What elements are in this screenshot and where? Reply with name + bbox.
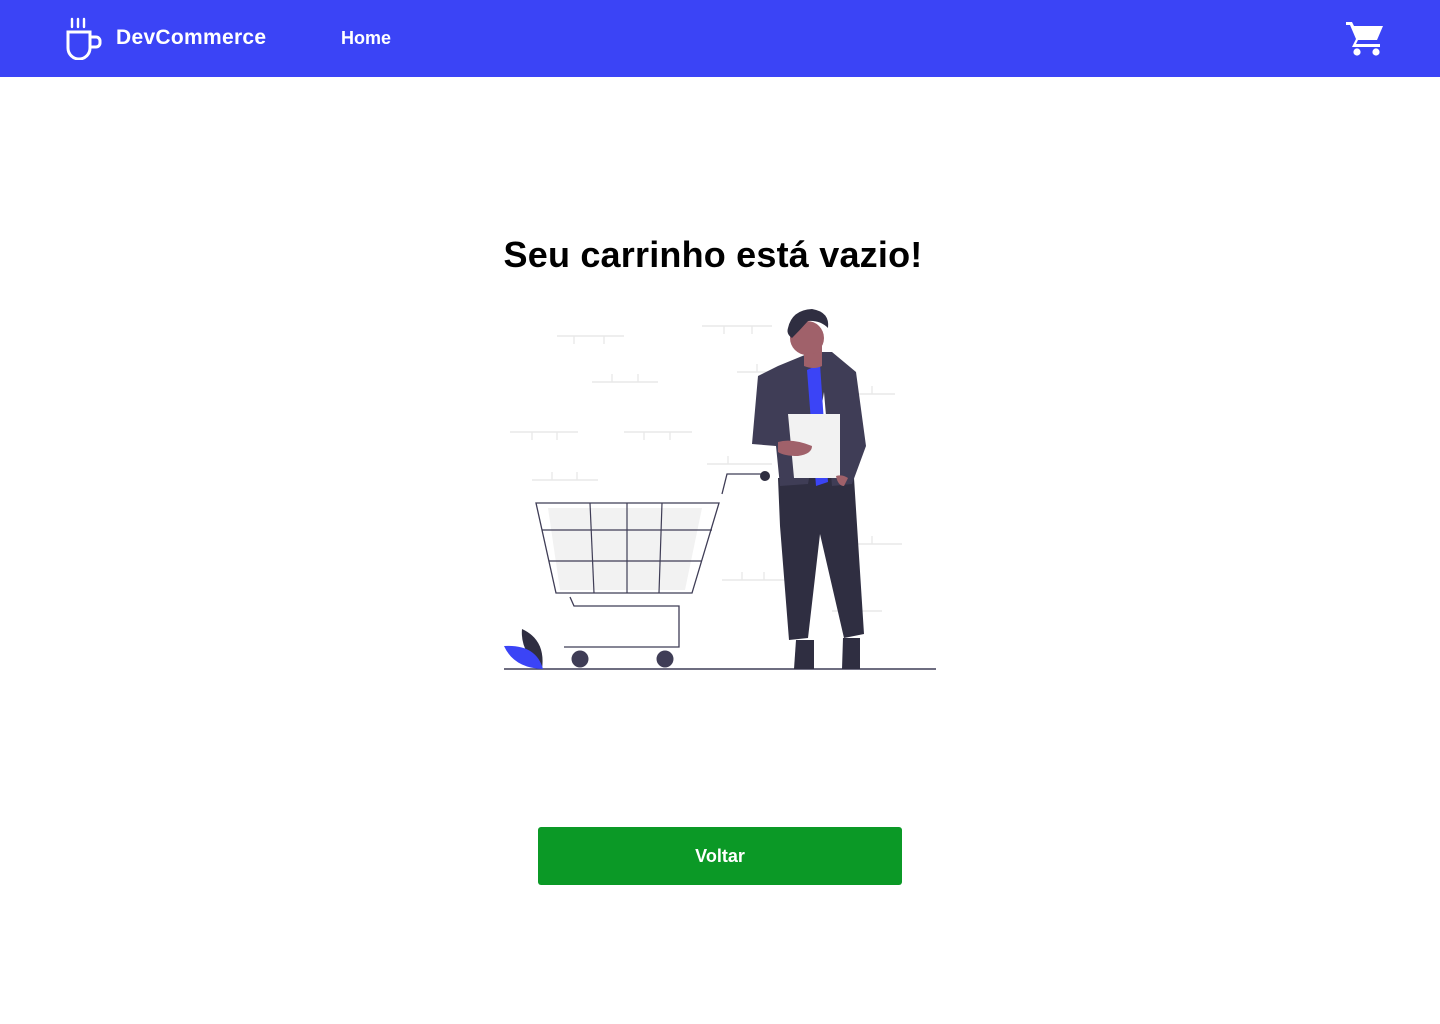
shopping-cart-icon	[1346, 22, 1383, 56]
nav-home-link[interactable]: Home	[341, 28, 391, 49]
person	[752, 309, 866, 669]
plant	[504, 629, 543, 669]
top-navbar: DevCommerce Home	[0, 0, 1440, 77]
brand-logo[interactable]: DevCommerce	[66, 16, 266, 60]
empty-cart-title: Seu carrinho está vazio!	[503, 234, 923, 275]
back-button[interactable]: Voltar	[538, 827, 902, 885]
coffee-cup-icon	[66, 17, 102, 60]
cart-button[interactable]	[1345, 19, 1385, 57]
shopping-cart	[535, 471, 770, 668]
brand-name: DevCommerce	[116, 26, 267, 49]
empty-cart-illustration	[502, 306, 938, 674]
